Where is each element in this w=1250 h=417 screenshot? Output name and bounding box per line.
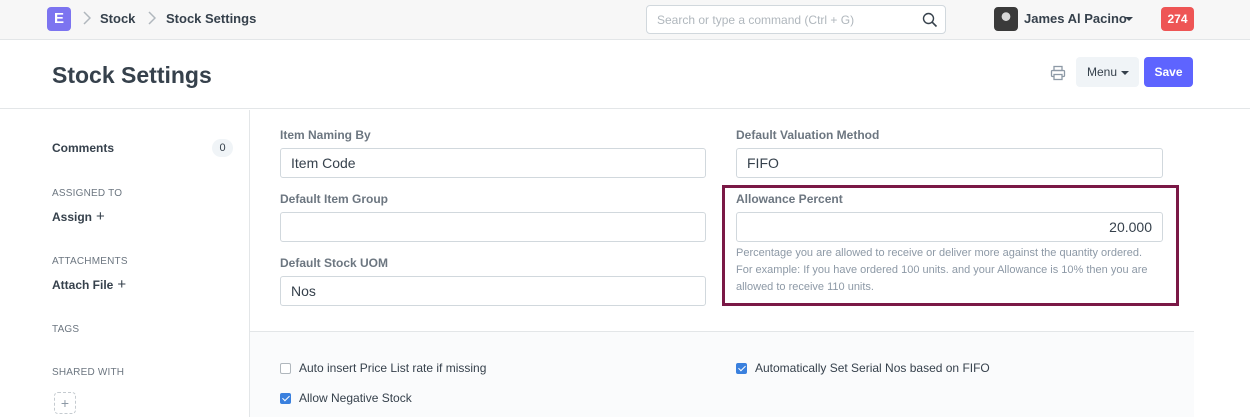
page-head: Stock Settings Menu Save	[0, 40, 1250, 109]
assigned-to-heading: ASSIGNED TO	[52, 188, 123, 199]
comments-count-badge: 0	[212, 139, 233, 157]
form-section-main: Item Naming By Item Code Default Item Gr…	[250, 110, 1194, 332]
shared-with-heading: SHARED WITH	[52, 367, 125, 378]
auto-insert-price-list-checkbox[interactable]: Auto insert Price List rate if missing	[280, 361, 486, 375]
search-icon[interactable]	[922, 12, 938, 28]
checkbox-unchecked[interactable]	[280, 362, 291, 374]
default-item-group-label: Default Item Group	[280, 192, 389, 206]
item-naming-by-select[interactable]: Item Code	[280, 148, 706, 178]
user-avatar[interactable]	[994, 7, 1018, 31]
menu-button-label: Menu	[1087, 65, 1118, 79]
assign-button[interactable]: Assign +	[52, 208, 105, 225]
allowance-percent-help-text: Percentage you are allowed to receive or…	[736, 247, 1148, 293]
menu-button[interactable]: Menu	[1076, 57, 1139, 87]
search-input[interactable]	[647, 6, 917, 33]
save-button[interactable]: Save	[1144, 57, 1193, 87]
allow-negative-stock-checkbox[interactable]: Allow Negative Stock	[280, 391, 412, 405]
form-section-checkboxes: Auto insert Price List rate if missing A…	[250, 332, 1194, 417]
allowance-percent-input[interactable]: 20.000	[736, 212, 1163, 242]
checkbox-label: Allow Negative Stock	[299, 391, 412, 405]
comments-link[interactable]: Comments	[52, 141, 114, 155]
chevron-down-icon	[1121, 71, 1129, 75]
stock-settings-form: Item Naming By Item Code Default Item Gr…	[249, 110, 1194, 417]
default-stock-uom-label: Default Stock UOM	[280, 256, 389, 270]
right-gutter	[1195, 110, 1250, 417]
search-box	[646, 5, 946, 34]
page-title: Stock Settings	[52, 62, 212, 88]
top-navbar: E Stock Stock Settings James Al Pacino 2…	[0, 0, 1250, 40]
breadcrumb-stock[interactable]: Stock	[100, 11, 135, 26]
item-naming-by-label: Item Naming By	[280, 128, 371, 142]
checkbox-label: Automatically Set Serial Nos based on FI…	[755, 361, 990, 375]
chevron-right-icon	[148, 11, 156, 25]
checkbox-checked[interactable]	[736, 362, 747, 374]
chevron-down-icon[interactable]	[1125, 17, 1133, 21]
user-menu-name[interactable]: James Al Pacino	[1024, 11, 1127, 26]
app-logo[interactable]: E	[47, 7, 71, 31]
assign-label: Assign	[52, 210, 93, 224]
tags-heading: TAGS	[52, 324, 80, 335]
chevron-right-icon	[83, 11, 91, 25]
notification-badge[interactable]: 274	[1161, 7, 1194, 31]
share-add-button[interactable]: +	[54, 392, 76, 414]
default-stock-uom-input[interactable]: Nos	[280, 276, 706, 306]
print-icon[interactable]	[1050, 65, 1066, 81]
default-valuation-method-select[interactable]: FIFO	[736, 148, 1163, 178]
plus-icon: +	[96, 208, 105, 225]
default-item-group-input[interactable]	[280, 212, 706, 242]
checkbox-label: Auto insert Price List rate if missing	[299, 361, 487, 375]
default-valuation-method-label: Default Valuation Method	[736, 128, 880, 142]
allowance-percent-label: Allowance Percent	[736, 192, 843, 206]
attachments-heading: ATTACHMENTS	[52, 256, 128, 267]
attach-file-label: Attach File	[52, 278, 114, 292]
breadcrumb-stock-settings[interactable]: Stock Settings	[166, 11, 256, 26]
auto-set-serial-nos-checkbox[interactable]: Automatically Set Serial Nos based on FI…	[736, 361, 990, 375]
attach-file-button[interactable]: Attach File +	[52, 276, 126, 293]
form-sidebar: Comments 0 ASSIGNED TO Assign + ATTACHMEN…	[0, 110, 249, 417]
checkbox-checked[interactable]	[280, 392, 291, 404]
plus-icon: +	[117, 276, 127, 293]
